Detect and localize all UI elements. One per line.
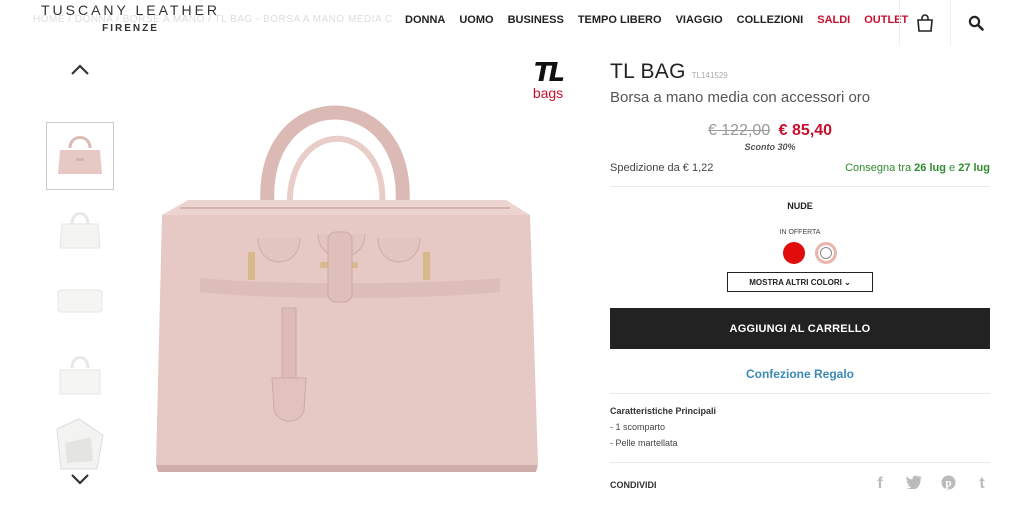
- thumbnail-image: [56, 418, 104, 470]
- gift-wrap-link[interactable]: Confezione Regalo: [610, 367, 990, 394]
- brand-name: TUSCANY LEATHER: [40, 2, 221, 18]
- selected-color-name: NUDE: [787, 201, 813, 211]
- brand-logo-mark: TL: [533, 58, 565, 88]
- thumbnail-bag-front-nude[interactable]: [46, 122, 114, 190]
- thumbnail-wallet-white[interactable]: [46, 266, 114, 334]
- price-box: € 122,00 € 85,40 Sconto 30%: [670, 122, 870, 152]
- site-logo[interactable]: TUSCANY LEATHER FIRENZE: [33, 2, 228, 34]
- product-details-panel: TL BAG TL141529 Borsa a mano media con a…: [610, 60, 990, 495]
- search-icon: [968, 15, 984, 31]
- nav-viaggio[interactable]: VIAGGIO: [676, 14, 723, 26]
- shopping-bag-icon: [916, 14, 933, 32]
- color-swatch-red[interactable]: [783, 242, 805, 264]
- discount-label: Sconto 30%: [744, 142, 796, 152]
- product-subtitle: Borsa a mano media con accessori oro: [610, 89, 871, 106]
- brand-logo-tl-bags[interactable]: TL bags: [524, 60, 572, 100]
- thumbnail-image: [57, 289, 103, 313]
- shipping-cost: Spedizione da € 1,22: [610, 162, 714, 174]
- color-swatch-nude[interactable]: [815, 242, 837, 264]
- offer-label: IN OFFERTA: [779, 229, 821, 236]
- brand-subtitle: FIRENZE: [102, 23, 159, 34]
- sale-price: € 85,40: [778, 122, 833, 139]
- old-price: € 122,00: [707, 122, 771, 139]
- chevron-up-icon: [71, 64, 89, 75]
- delivery-prefix: Consegna tra: [845, 162, 915, 174]
- share-label: CONDIVIDI: [610, 480, 657, 490]
- product-code: TL141529: [691, 71, 728, 80]
- nav-collezioni[interactable]: COLLEZIONI: [737, 14, 804, 26]
- features-title: Caratteristiche Principali: [610, 406, 717, 416]
- thumb-down-button[interactable]: [68, 471, 92, 487]
- tumblr-icon[interactable]: t: [974, 475, 990, 495]
- svg-text:p: p: [945, 478, 951, 490]
- handbag-image: [156, 105, 538, 472]
- more-colors-button[interactable]: MOSTRA ALTRI COLORI ⌄: [727, 272, 873, 292]
- nav-business[interactable]: BUSINESS: [508, 14, 564, 26]
- thumbnail-image: [59, 212, 101, 249]
- main-product-image[interactable]: [150, 60, 545, 480]
- cart-button[interactable]: [899, 0, 949, 46]
- product-title: TL BAG: [610, 60, 686, 83]
- more-colors-label: MOSTRA ALTRI COLORI: [749, 277, 842, 287]
- site-header: HOME / DONNA / BORSE A MANO / TL BAG - B…: [0, 0, 1024, 46]
- thumbnail-list: [46, 122, 114, 482]
- brand-logo-text: bags: [532, 85, 564, 101]
- thumbnail-bag-interior[interactable]: [46, 410, 114, 478]
- nav-donna[interactable]: DONNA: [405, 14, 445, 26]
- shipping-row: Spedizione da € 1,22 Consegna tra 26 lug…: [610, 162, 990, 187]
- thumbnail-bag-white[interactable]: [46, 194, 114, 262]
- thumb-up-button[interactable]: [68, 62, 92, 78]
- twitter-icon[interactable]: [906, 475, 922, 495]
- social-share-icons: f p t: [872, 475, 990, 495]
- nav-tempo-libero[interactable]: TEMPO LIBERO: [578, 14, 662, 26]
- feature-item: - Pelle martellata: [610, 438, 678, 448]
- nav-uomo[interactable]: UOMO: [459, 14, 493, 26]
- delivery-estimate: Consegna tra 26 lug e 27 lug: [845, 162, 990, 174]
- color-swatches: [630, 242, 990, 264]
- share-row: CONDIVIDI f p t: [610, 475, 990, 495]
- chevron-down-icon: [71, 474, 89, 485]
- delivery-to: 27 lug: [958, 162, 990, 174]
- feature-item: - 1 scomparto: [610, 422, 666, 432]
- facebook-icon[interactable]: f: [872, 475, 888, 495]
- delivery-from: 26 lug: [914, 162, 946, 174]
- chevron-down-icon: ⌄: [844, 277, 851, 287]
- thumbnail-bag-white-side[interactable]: [46, 338, 114, 406]
- gift-wrap-label: Confezione Regalo: [745, 367, 854, 381]
- thumbnail-image: [59, 356, 101, 395]
- thumbnail-image: [58, 136, 102, 174]
- nav-saldi[interactable]: SALDI: [817, 14, 850, 26]
- pinterest-icon[interactable]: p: [940, 475, 956, 495]
- features-list: Caratteristiche Principali - 1 scomparto…: [610, 403, 990, 463]
- add-to-cart-button[interactable]: AGGIUNGI AL CARRELLO: [610, 308, 990, 349]
- search-button[interactable]: [950, 0, 1000, 46]
- main-nav: DONNA UOMO BUSINESS TEMPO LIBERO VIAGGIO…: [405, 14, 922, 26]
- delivery-and: e: [945, 162, 959, 174]
